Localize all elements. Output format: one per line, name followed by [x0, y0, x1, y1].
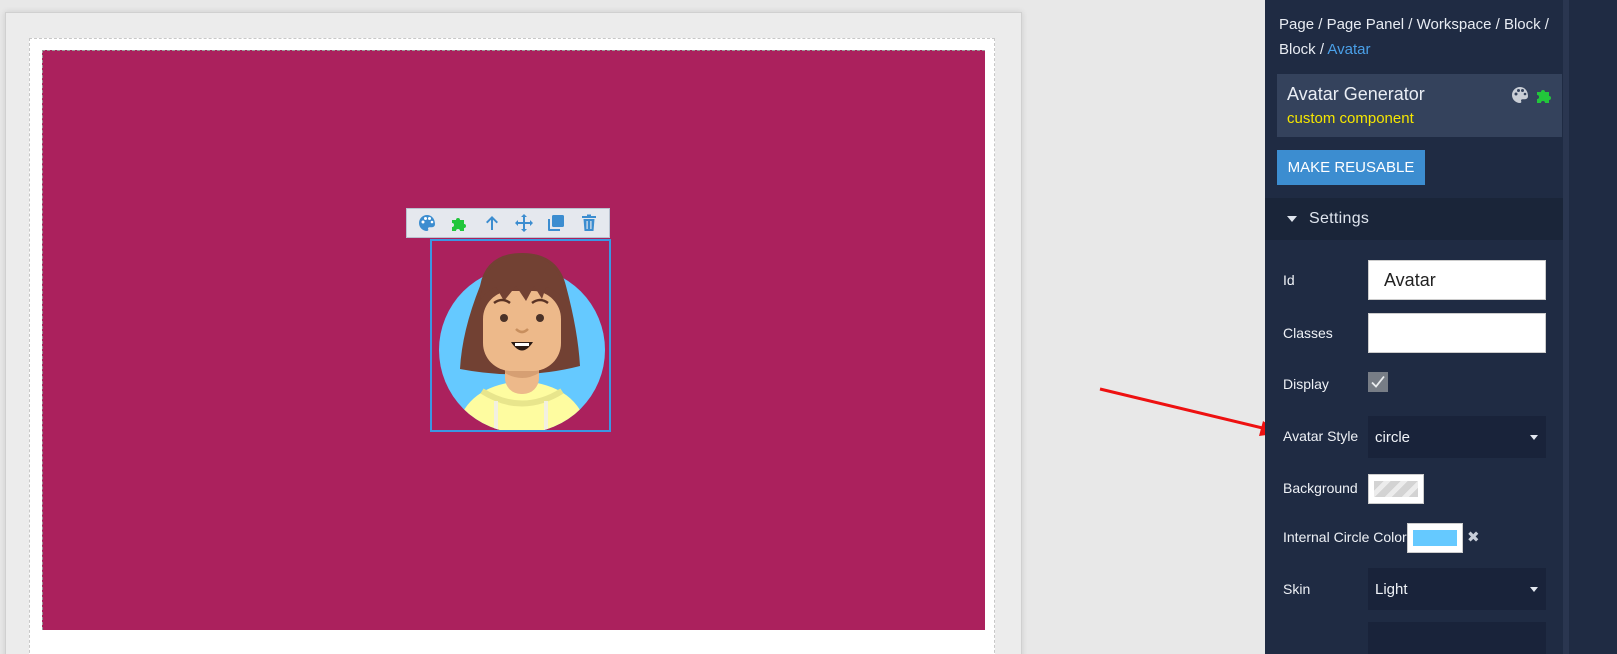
copy-icon: [548, 215, 565, 231]
caret-down-icon: [1287, 216, 1297, 222]
skin-label: Skin: [1283, 581, 1311, 597]
avatar-style-value: circle: [1375, 428, 1411, 446]
panel-scrollbar[interactable]: [1563, 0, 1569, 654]
component-info-card: Avatar Generator custom component: [1277, 74, 1562, 137]
settings-title: Settings: [1309, 210, 1370, 227]
breadcrumb-separator: /: [1491, 16, 1504, 33]
toolbar-component-button[interactable]: [446, 210, 472, 236]
breadcrumb-item[interactable]: Workspace: [1417, 16, 1492, 33]
toolbar-delete-button[interactable]: [576, 210, 602, 236]
annotation-arrow: [1099, 387, 1281, 436]
breadcrumb-separator: /: [1314, 16, 1327, 33]
properties-panel: Page / Page Panel / Workspace / Block / …: [1265, 0, 1617, 654]
component-subtitle: custom component: [1287, 110, 1414, 127]
id-label: Id: [1283, 272, 1295, 288]
dropdown-arrow-icon: [1530, 435, 1538, 440]
color-swatch: [1413, 530, 1457, 546]
make-reusable-button[interactable]: MAKE REUSABLE: [1277, 150, 1425, 185]
settings-section-header[interactable]: Settings: [1265, 198, 1563, 240]
avatar-style-label: Avatar Style: [1283, 428, 1359, 444]
avatar-image: [439, 253, 605, 430]
move-icon: [515, 214, 534, 232]
background-label: Background: [1283, 480, 1358, 496]
trash-icon: [581, 214, 596, 231]
breadcrumb-item[interactable]: Block: [1279, 41, 1316, 58]
clear-color-icon[interactable]: ✖: [1467, 528, 1480, 546]
avatar-style-select[interactable]: circle: [1368, 416, 1546, 458]
check-icon: [1371, 375, 1385, 388]
skin-value: Light: [1375, 580, 1408, 598]
avatar-component[interactable]: [430, 239, 611, 432]
palette-icon[interactable]: [1510, 85, 1530, 105]
dropdown-arrow-icon: [1530, 587, 1538, 592]
breadcrumb-separator: /: [1315, 41, 1328, 58]
background-color-picker[interactable]: [1368, 474, 1424, 504]
internal-circle-label: Internal Circle Color: [1283, 529, 1407, 545]
next-setting-select[interactable]: [1368, 622, 1546, 654]
display-checkbox[interactable]: [1368, 372, 1388, 392]
breadcrumb-separator: /: [1540, 16, 1549, 33]
puzzle-icon[interactable]: [1534, 85, 1554, 105]
classes-input[interactable]: [1368, 313, 1546, 353]
toolbar-style-button[interactable]: [414, 210, 440, 236]
breadcrumb-separator: /: [1404, 16, 1417, 33]
id-input[interactable]: [1368, 260, 1546, 300]
puzzle-icon: [452, 218, 467, 231]
breadcrumb-item[interactable]: Page: [1279, 16, 1314, 33]
skin-select[interactable]: Light: [1368, 568, 1546, 610]
display-label: Display: [1283, 376, 1329, 392]
breadcrumb-active: Avatar: [1327, 41, 1371, 58]
breadcrumb-item[interactable]: Block: [1504, 16, 1541, 33]
toolbar-move-button[interactable]: [511, 210, 537, 236]
transparent-swatch: [1374, 481, 1418, 497]
classes-label: Classes: [1283, 325, 1333, 341]
arrow-up-icon: [485, 216, 498, 230]
internal-circle-color-picker[interactable]: [1407, 523, 1463, 553]
toolbar-clone-button[interactable]: [543, 210, 569, 236]
palette-icon: [419, 215, 436, 231]
toolbar-select-parent-button[interactable]: [479, 210, 505, 236]
breadcrumb-item[interactable]: Page Panel: [1327, 16, 1405, 33]
breadcrumb: Page / Page Panel / Workspace / Block / …: [1279, 12, 1559, 62]
component-toolbar: [406, 208, 610, 238]
